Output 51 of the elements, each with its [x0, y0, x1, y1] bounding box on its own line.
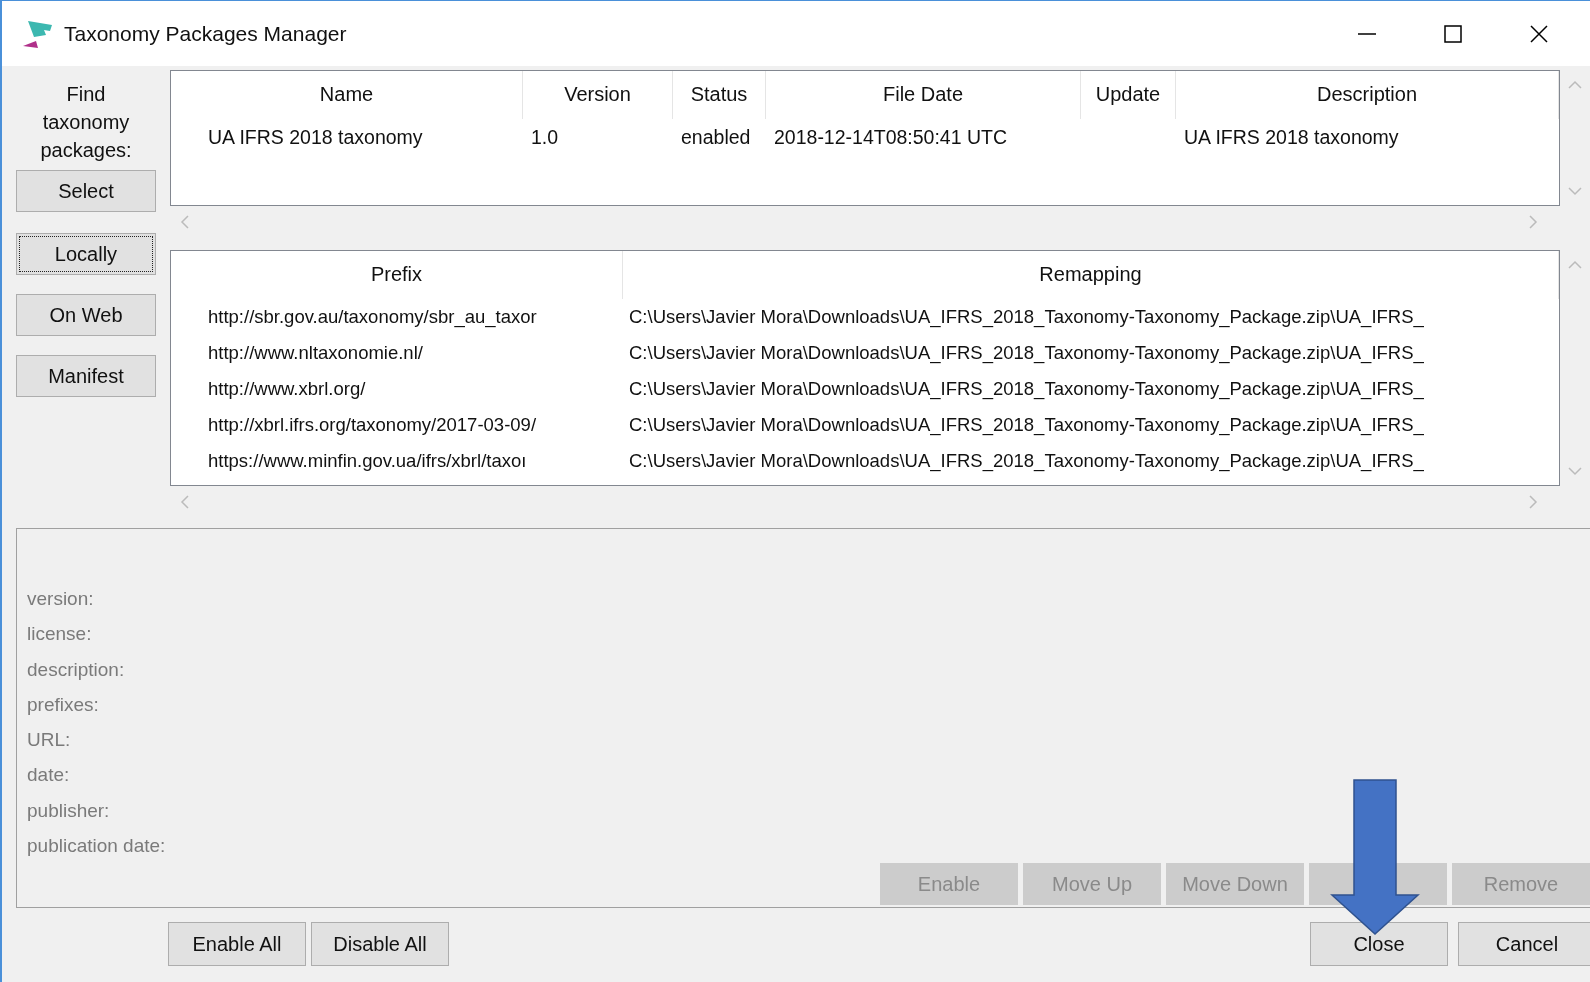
- info-label: publication date:: [27, 834, 167, 859]
- scroll-up-icon[interactable]: [1568, 260, 1582, 270]
- table-cell: http://www.xbrl.org/: [208, 378, 366, 399]
- close-icon[interactable]: [1530, 24, 1548, 43]
- column-header[interactable]: File Date: [766, 71, 1081, 119]
- info-label: URL:: [27, 728, 72, 753]
- column-header[interactable]: Name: [171, 71, 523, 119]
- info-label: publisher:: [27, 798, 111, 823]
- column-header[interactable]: Description: [1176, 71, 1559, 119]
- info-label: license:: [27, 622, 93, 647]
- column-header[interactable]: Status: [673, 71, 766, 119]
- info-label: version:: [27, 587, 95, 611]
- column-header[interactable]: Update: [1081, 71, 1176, 119]
- info-label: description:: [27, 657, 126, 682]
- footer-button[interactable]: Cancel: [1458, 922, 1590, 966]
- maximize-icon[interactable]: [1444, 24, 1462, 43]
- table-cell: C:\Users\Javier Mora\Downloads\UA_IFRS_2018_Taxonomy-Taxonomy_Package.zip\UA_IFRS_: [629, 450, 1424, 471]
- table-cell: https://www.minfin.gov.ua/ifrs/xbrl/taxoı: [208, 450, 527, 471]
- table-cell: C:\Users\Javier Mora\Downloads\UA_IFRS_2018_Taxonomy-Taxonomy_Package.zip\UA_IFRS_: [629, 306, 1424, 327]
- find-button[interactable]: Select: [16, 170, 156, 212]
- column-header[interactable]: Prefix: [171, 251, 623, 299]
- table-cell: http://xbrl.ifrs.org/taxonomy/2017-03-09/: [208, 414, 537, 435]
- scroll-left-icon[interactable]: [180, 215, 190, 229]
- find-button[interactable]: On Web: [16, 294, 156, 336]
- find-button[interactable]: Manifest: [16, 355, 156, 397]
- table-cell: C:\Users\Javier Mora\Downloads\UA_IFRS_2018_Taxonomy-Taxonomy_Package.zip\UA_IFRS_: [629, 342, 1424, 363]
- table-cell: C:\Users\Javier Mora\Downloads\UA_IFRS_2018_Taxonomy-Taxonomy_Package.zip\UA_IFRS_: [629, 414, 1424, 435]
- info-label: prefixes:: [27, 692, 100, 717]
- table-cell: UA IFRS 2018 taxonomy: [208, 126, 423, 148]
- footer-button[interactable]: Enable All: [168, 922, 306, 966]
- table-cell: enabled: [681, 126, 751, 148]
- find-label: Find taxonomy packages:: [39, 82, 133, 163]
- table-cell: http://sbr.gov.au/taxonomy/sbr_au_taxor: [208, 306, 537, 327]
- scroll-up-icon[interactable]: [1568, 80, 1582, 90]
- scroll-right-icon[interactable]: [1528, 215, 1538, 229]
- footer-button[interactable]: Close: [1310, 922, 1448, 966]
- scroll-down-icon[interactable]: [1568, 466, 1582, 476]
- scroll-down-icon[interactable]: [1568, 186, 1582, 196]
- scroll-right-icon[interactable]: [1528, 495, 1538, 509]
- footer-button[interactable]: Disable All: [311, 922, 449, 966]
- window-title: Taxonomy Packages Manager: [64, 21, 347, 46]
- scroll-left-icon[interactable]: [180, 495, 190, 509]
- column-header[interactable]: Remapping: [623, 251, 1559, 299]
- table-cell: C:\Users\Javier Mora\Downloads\UA_IFRS_2018_Taxonomy-Taxonomy_Package.zip\UA_IFRS_: [629, 378, 1424, 399]
- column-header[interactable]: Version: [523, 71, 673, 119]
- info-label: date:: [27, 763, 71, 788]
- find-button[interactable]: Locally: [16, 233, 156, 275]
- table-cell: 2018-12-14T08:50:41 UTC: [774, 126, 1008, 148]
- table-cell: http://www.nltaxonomie.nl/: [208, 342, 423, 363]
- table-cell: UA IFRS 2018 taxonomy: [1184, 126, 1399, 148]
- table-cell: 1.0: [531, 126, 559, 148]
